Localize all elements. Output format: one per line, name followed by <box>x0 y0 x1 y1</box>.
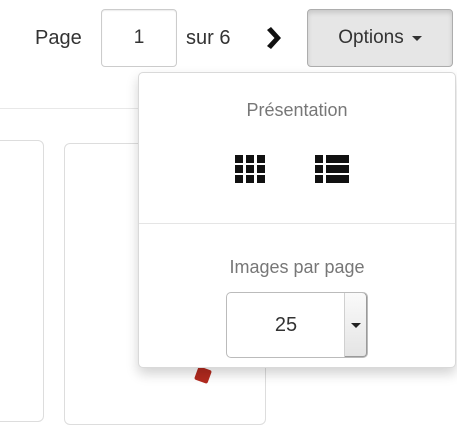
caret-down-icon <box>411 35 422 41</box>
page-label: Page <box>35 27 82 49</box>
grid-view-icon[interactable] <box>227 149 273 189</box>
dropdown-divider <box>139 223 455 224</box>
images-per-page-select[interactable]: 25 <box>226 292 368 358</box>
select-arrow[interactable] <box>344 293 367 357</box>
caret-down-icon <box>351 322 361 328</box>
images-per-page-heading: Images par page <box>229 257 365 277</box>
options-button-label: Options <box>338 27 404 48</box>
options-dropdown: Présentation Images par page 25 <box>138 72 456 368</box>
options-button[interactable]: Options <box>307 9 453 67</box>
images-per-page-value: 25 <box>274 314 298 336</box>
list-view-icon[interactable] <box>309 149 355 189</box>
result-card <box>0 140 44 422</box>
total-pages-label: sur 6 <box>186 27 231 49</box>
page-divider <box>0 108 150 109</box>
chevron-right-icon[interactable] <box>262 27 284 49</box>
page-number-input[interactable] <box>101 9 177 67</box>
presentation-heading: Présentation <box>246 100 348 120</box>
